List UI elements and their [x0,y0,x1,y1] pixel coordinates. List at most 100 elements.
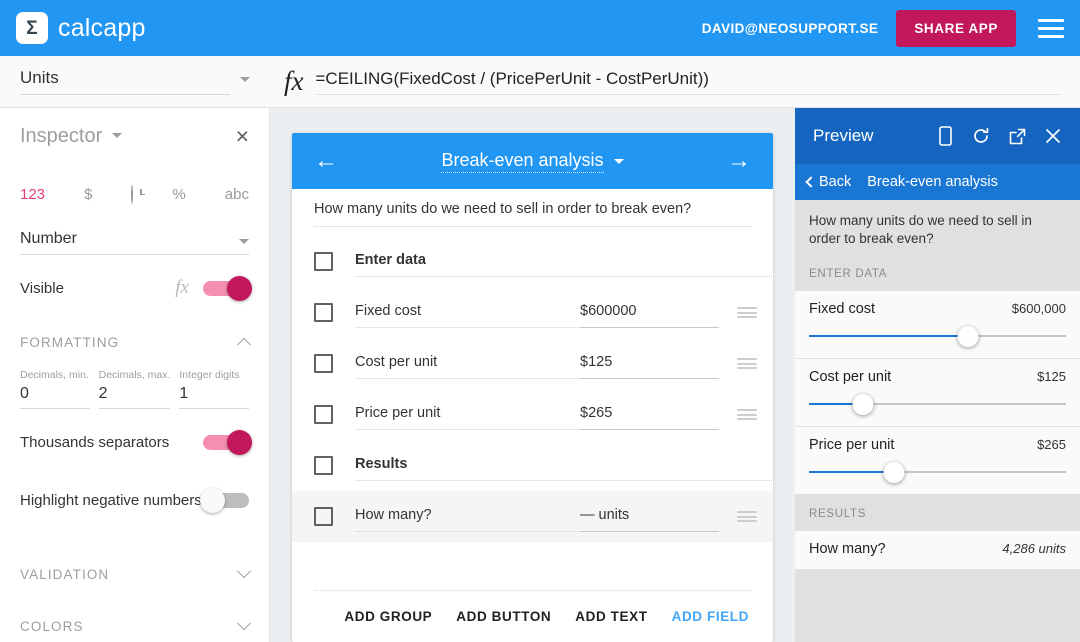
fx-icon[interactable]: fx [175,277,189,299]
row-value[interactable]: — units [580,507,719,532]
preview-panel: Preview Back Break-eve [795,108,1080,642]
list-item[interactable]: Fixed cost $600,000 [795,290,1080,358]
row-value[interactable]: $600000 [580,303,719,328]
table-row[interactable]: Results [292,440,773,491]
drag-handle-icon[interactable] [737,358,757,369]
type-currency-icon[interactable]: $ [84,186,92,203]
fixed-cost-slider[interactable] [809,328,1066,344]
cost-per-unit-slider[interactable] [809,396,1066,412]
type-time-icon[interactable] [131,186,133,203]
editor-footer-toolbar: ADD GROUP ADD BUTTON ADD TEXT ADD FIELD [314,590,751,642]
add-field-button[interactable]: ADD FIELD [670,603,751,630]
drag-handle-icon[interactable] [737,307,757,318]
table-row[interactable]: Price per unit $265 [292,389,773,440]
row-label: Results [355,456,773,481]
preview-header: Preview [795,108,1080,164]
integer-digits-field[interactable]: Integer digits 1 [179,369,249,409]
price-per-unit-slider[interactable] [809,464,1066,480]
formula-bar: Units fx [0,56,1080,108]
main-body: Inspector × 123 $ % abc Number Visible f… [0,108,1080,642]
highlight-negative-toggle[interactable] [203,493,249,508]
list-item-value: $265 [1037,437,1066,452]
list-item-label: Price per unit [809,437,1037,453]
list-item-top: Price per unit $265 [809,437,1066,453]
highlight-negative-label: Highlight negative numbers [20,492,203,509]
open-external-icon[interactable] [1002,121,1032,151]
slider-thumb[interactable] [883,462,904,483]
visible-row: Visible fx [20,263,249,313]
decimals-max-label: Decimals, max. [99,369,171,381]
field-type-value: Number [20,230,229,248]
table-row[interactable]: How many? — units [292,491,773,542]
section-formatting-label: FORMATTING [20,335,239,350]
slider-fill [809,335,968,337]
previous-screen-icon[interactable]: ← [314,149,338,173]
row-checkbox[interactable] [314,354,333,373]
row-checkbox[interactable] [314,252,333,271]
preview-back-button[interactable]: Back [807,174,851,190]
field-type-select[interactable]: Number [20,230,249,255]
hamburger-icon[interactable] [1038,19,1064,38]
inspector-dropdown-icon[interactable] [112,133,122,138]
list-item-label: How many? [809,541,1002,557]
list-item[interactable]: Price per unit $265 [795,426,1080,494]
visible-toggle[interactable] [203,281,249,296]
add-button-button[interactable]: ADD BUTTON [454,603,553,630]
row-label: How many? [355,507,580,532]
list-item[interactable]: How many? 4,286 units [795,530,1080,569]
integer-digits-value: 1 [179,385,249,409]
section-colors[interactable]: COLORS [20,603,249,642]
close-icon[interactable]: × [236,125,249,148]
unit-select-wrap: Units [0,56,270,107]
chevron-down-icon[interactable] [240,77,250,82]
unit-select[interactable]: Units [20,68,230,95]
refresh-icon[interactable] [966,121,996,151]
add-text-button[interactable]: ADD TEXT [573,603,649,630]
user-email-label[interactable]: DAVID@NEOSUPPORT.SE [702,21,879,36]
row-value[interactable]: $265 [580,405,719,430]
calcapp-window: Σ calcapp DAVID@NEOSUPPORT.SE SHARE APP … [0,0,1080,642]
section-colors-label: COLORS [20,619,239,634]
screen-title[interactable]: Break-even analysis [441,150,603,173]
preview-back-label: Back [819,174,851,190]
chevron-down-icon[interactable] [614,159,624,164]
decimals-max-field[interactable]: Decimals, max. 2 [99,369,171,409]
preview-description: How many units do we need to sell in ord… [795,200,1080,262]
type-percent-icon[interactable]: % [172,186,185,203]
screen-description-row[interactable]: How many units do we need to sell in ord… [292,189,773,236]
hamburger-line [1038,35,1064,38]
next-screen-icon[interactable]: → [727,149,751,173]
decimals-min-field[interactable]: Decimals, min. 0 [20,369,90,409]
section-validation[interactable]: VALIDATION [20,551,249,597]
sigma-icon: Σ [16,12,48,44]
row-checkbox[interactable] [314,405,333,424]
screen-card-header: ← Break-even analysis → [292,133,773,189]
list-item-value: 4,286 units [1002,541,1066,556]
row-value[interactable]: $125 [580,354,719,379]
add-group-button[interactable]: ADD GROUP [342,603,434,630]
list-item[interactable]: Cost per unit $125 [795,358,1080,426]
visible-label: Visible [20,280,175,297]
device-icon[interactable] [930,121,960,151]
table-row[interactable]: Enter data [292,236,773,287]
table-row[interactable]: Cost per unit $125 [292,338,773,389]
share-app-button[interactable]: SHARE APP [896,10,1016,47]
thousands-separators-toggle[interactable] [203,435,249,450]
row-checkbox[interactable] [314,456,333,475]
list-item-top: Fixed cost $600,000 [809,301,1066,317]
brand-logo[interactable]: Σ calcapp [16,12,146,44]
row-checkbox[interactable] [314,303,333,322]
formula-input[interactable] [316,69,1063,95]
drag-handle-icon[interactable] [737,409,757,420]
section-formatting[interactable]: FORMATTING [20,319,249,365]
brand-name: calcapp [58,14,146,43]
table-row[interactable]: Fixed cost $600000 [292,287,773,338]
slider-thumb[interactable] [958,326,979,347]
type-number-icon[interactable]: 123 [20,186,45,203]
drag-handle-icon[interactable] [737,511,757,522]
close-icon[interactable] [1038,121,1068,151]
row-checkbox[interactable] [314,507,333,526]
slider-thumb[interactable] [852,394,873,415]
type-text-icon[interactable]: abc [225,186,249,203]
chevron-down-icon [239,239,249,244]
